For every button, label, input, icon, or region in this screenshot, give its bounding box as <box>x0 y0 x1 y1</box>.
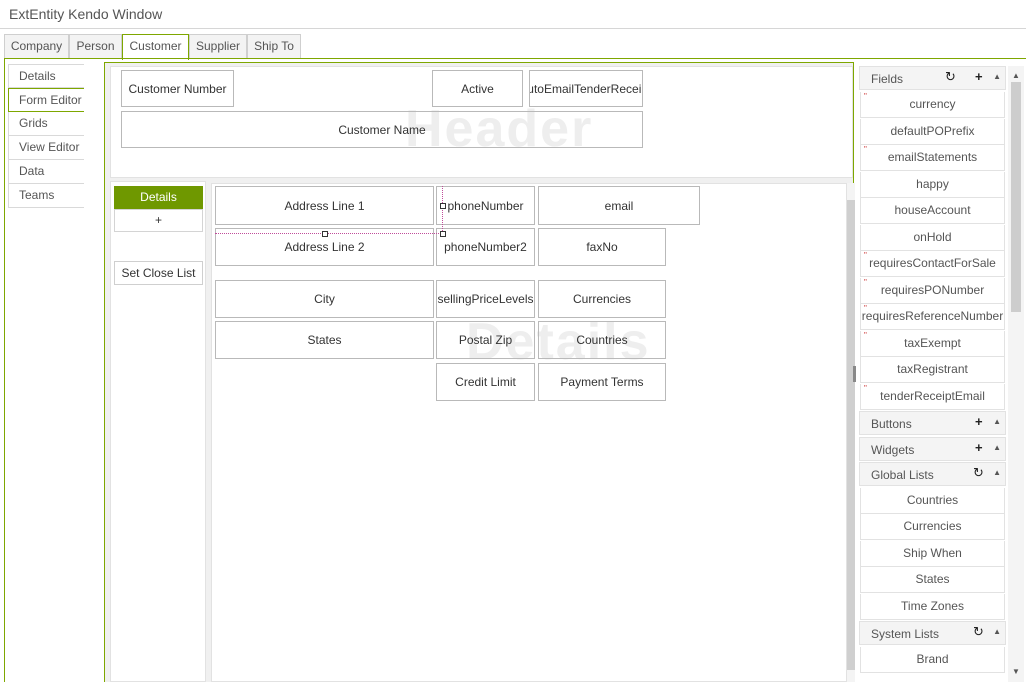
global-list-item-states[interactable]: States <box>860 567 1005 593</box>
tab-person[interactable]: Person <box>69 34 122 59</box>
field-active[interactable]: Active <box>432 70 523 107</box>
sidenav-form-editor[interactable]: Form Editor <box>8 88 84 112</box>
global-list-item-currencies[interactable]: Currencies <box>860 514 1005 540</box>
system-lists-header[interactable]: System Lists ↻ ▲ <box>859 621 1006 645</box>
field-countries[interactable]: Countries <box>538 321 666 359</box>
resize-guide-horizontal <box>215 233 443 234</box>
field-marker-icon: " <box>864 251 867 260</box>
add-section-button[interactable]: + <box>114 209 203 232</box>
system-list-item-brand[interactable]: Brand <box>860 647 1005 673</box>
widgets-header-label: Widgets <box>871 443 915 457</box>
field-customer-number[interactable]: Customer Number <box>121 70 234 107</box>
global-list-item-time-zones[interactable]: Time Zones <box>860 594 1005 620</box>
sidenav-data[interactable]: Data <box>8 160 84 184</box>
refresh-icon[interactable]: ↻ <box>945 69 956 85</box>
tab-company[interactable]: Company <box>4 34 69 59</box>
plus-icon[interactable]: + <box>975 440 983 455</box>
plus-icon[interactable]: + <box>975 69 983 84</box>
details-left-column <box>110 181 206 682</box>
field-item-requiresreferencenumber[interactable]: " requiresReferenceNumber <box>860 304 1005 330</box>
window-titlebar: ExtEntity Kendo Window <box>0 0 1026 29</box>
field-fax-no[interactable]: faxNo <box>538 228 666 266</box>
field-marker-icon: " <box>864 331 867 340</box>
buttons-header[interactable]: Buttons + ▲ <box>859 411 1006 435</box>
sidenav-view-editor[interactable]: View Editor <box>8 136 84 160</box>
refresh-icon[interactable]: ↻ <box>973 624 984 640</box>
tab-ship-to[interactable]: Ship To <box>247 34 301 59</box>
field-marker-icon: " <box>864 92 867 101</box>
splitter-grip-icon[interactable] <box>853 366 856 382</box>
scroll-up-arrow-icon[interactable]: ▲ <box>1012 71 1020 80</box>
field-city[interactable]: City <box>215 280 434 318</box>
plus-icon[interactable]: + <box>975 414 983 429</box>
field-payment-terms[interactable]: Payment Terms <box>538 363 666 401</box>
sidenav-grids[interactable]: Grids <box>8 112 84 136</box>
field-item-requirescontactforsale[interactable]: " requiresContactForSale <box>860 251 1005 277</box>
details-button[interactable]: Details <box>114 186 203 209</box>
set-close-list-button[interactable]: Set Close List <box>114 261 203 285</box>
buttons-header-label: Buttons <box>871 417 912 431</box>
sidenav-teams[interactable]: Teams <box>8 184 84 208</box>
side-nav: Details Form Editor Grids View Editor Da… <box>8 64 84 208</box>
field-phone-number[interactable]: phoneNumber <box>436 186 535 225</box>
collapse-arrow-icon[interactable]: ▲ <box>993 468 1001 477</box>
refresh-icon[interactable]: ↻ <box>973 465 984 481</box>
field-states[interactable]: States <box>215 321 434 359</box>
field-auto-email-tender-receipt[interactable]: autoEmailTenderReceipt <box>529 70 643 107</box>
field-item-houseaccount[interactable]: houseAccount <box>860 198 1005 224</box>
field-marker-icon: " <box>864 304 867 313</box>
field-item-taxregistrant[interactable]: taxRegistrant <box>860 357 1005 383</box>
tab-supplier[interactable]: Supplier <box>189 34 247 59</box>
field-marker-icon: " <box>864 384 867 393</box>
field-phone-number2[interactable]: phoneNumber2 <box>436 228 535 266</box>
collapse-arrow-icon[interactable]: ▲ <box>993 417 1001 426</box>
field-postal-zip[interactable]: Postal Zip <box>436 321 535 359</box>
details-scrollbar[interactable] <box>847 183 856 682</box>
field-customer-name[interactable]: Customer Name <box>121 111 643 148</box>
field-marker-icon: " <box>864 278 867 287</box>
scroll-down-arrow-icon[interactable]: ▼ <box>1012 667 1020 676</box>
field-item-emailstatements[interactable]: " emailStatements <box>860 145 1005 171</box>
global-list-item-countries[interactable]: Countries <box>860 488 1005 514</box>
field-selling-price-levels[interactable]: sellingPriceLevels <box>436 280 535 318</box>
field-item-tenderreceiptemail[interactable]: " tenderReceiptEmail <box>860 384 1005 410</box>
widgets-header[interactable]: Widgets + ▲ <box>859 437 1006 461</box>
field-address-line-1[interactable]: Address Line 1 <box>215 186 434 225</box>
collapse-arrow-icon[interactable]: ▲ <box>993 443 1001 452</box>
system-lists-header-label: System Lists <box>871 627 940 641</box>
global-lists-header[interactable]: Global Lists ↻ ▲ <box>859 462 1006 486</box>
toolbox-scrollbar[interactable]: ▲ ▼ <box>1008 66 1024 682</box>
field-item-currency[interactable]: " currency <box>860 92 1005 118</box>
global-lists-header-label: Global Lists <box>871 468 934 482</box>
resize-handle-bottom[interactable] <box>322 231 328 237</box>
field-item-taxexempt[interactable]: " taxExempt <box>860 331 1005 357</box>
tab-customer[interactable]: Customer <box>122 34 189 60</box>
sidenav-details[interactable]: Details <box>8 64 84 88</box>
window-title: ExtEntity Kendo Window <box>9 6 163 22</box>
resize-handle-corner[interactable] <box>440 231 446 237</box>
collapse-arrow-icon[interactable]: ▲ <box>993 72 1001 81</box>
field-item-onhold[interactable]: onHold <box>860 225 1005 251</box>
collapse-arrow-icon[interactable]: ▲ <box>993 627 1001 636</box>
fields-header[interactable]: Fields ↻ + ▲ <box>859 66 1006 90</box>
resize-handle-right[interactable] <box>440 203 446 209</box>
global-list-item-ship-when[interactable]: Ship When <box>860 541 1005 567</box>
field-item-defaultpoprefix[interactable]: defaultPOPrefix <box>860 119 1005 145</box>
field-email[interactable]: email <box>538 186 700 225</box>
details-scrollbar-thumb[interactable] <box>847 200 855 670</box>
toolbox-scrollbar-thumb[interactable] <box>1011 82 1021 312</box>
field-item-happy[interactable]: happy <box>860 172 1005 198</box>
field-marker-icon: " <box>864 145 867 154</box>
field-item-requiresponumber[interactable]: " requiresPONumber <box>860 278 1005 304</box>
fields-header-label: Fields <box>871 72 904 86</box>
field-credit-limit[interactable]: Credit Limit <box>436 363 535 401</box>
resize-guide-vertical <box>442 186 443 233</box>
field-currencies[interactable]: Currencies <box>538 280 666 318</box>
